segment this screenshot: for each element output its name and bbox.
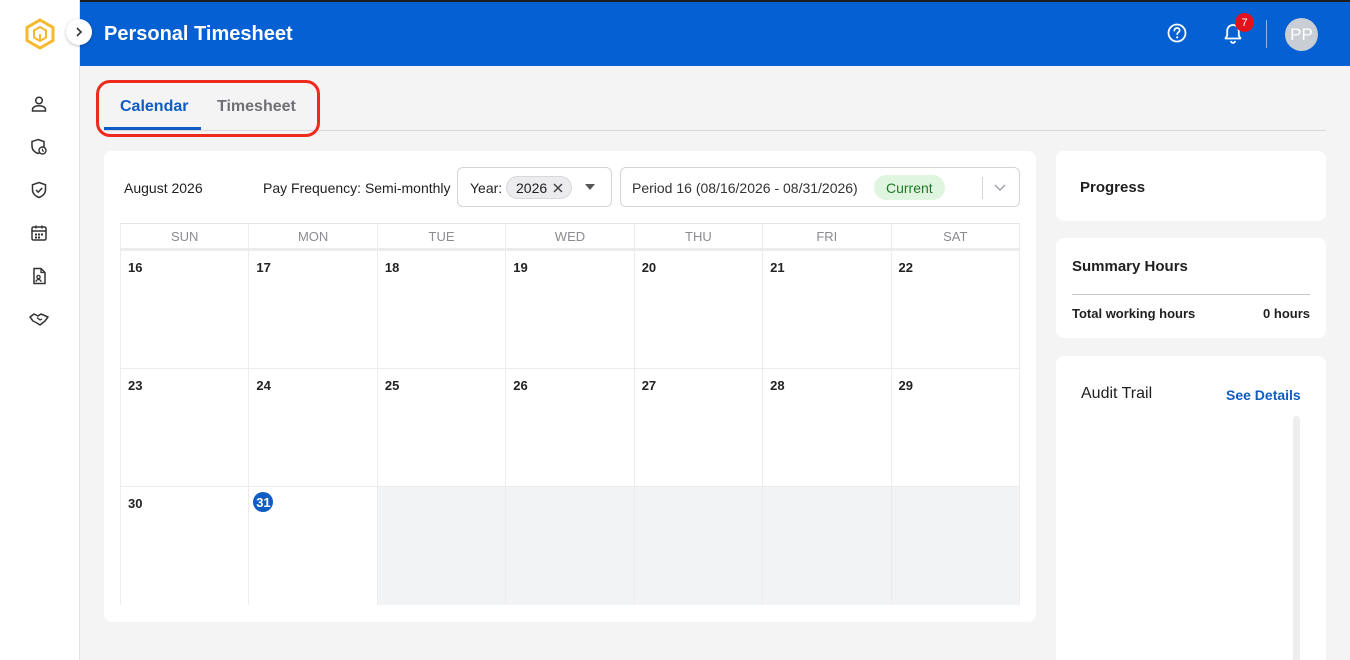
day-number: 21 [770, 260, 785, 275]
calendar-day[interactable]: 25 [376, 369, 505, 486]
weekday-header: MON [248, 224, 376, 248]
weekday-header: SAT [890, 224, 1020, 248]
summary-divider [1072, 294, 1310, 295]
calendar-day[interactable]: 26 [505, 369, 633, 486]
summary-hours-card: Summary Hours Total working hours 0 hour… [1056, 238, 1326, 338]
calendar-day[interactable]: 29 [890, 369, 1020, 486]
header-divider [1266, 20, 1267, 48]
nav-shield-check-icon[interactable] [28, 179, 50, 201]
calendar-day[interactable]: 24 [248, 369, 376, 486]
app-logo-icon[interactable] [24, 18, 56, 50]
day-number: 19 [513, 260, 528, 275]
calendar-day-outside-period [376, 487, 506, 605]
nav-shield-clock-icon[interactable] [28, 136, 50, 158]
caret-down-icon [585, 184, 595, 190]
year-select-label: Year: [470, 180, 503, 196]
calendar-day[interactable]: 17 [248, 251, 376, 368]
calendar-day[interactable]: 20 [633, 251, 762, 368]
day-number: 16 [128, 260, 143, 275]
clear-year-icon[interactable] [553, 182, 563, 193]
day-number: 20 [641, 260, 657, 275]
calendar-day-outside-period [633, 487, 763, 605]
select-separator [982, 177, 983, 199]
tab-timesheet[interactable]: Timesheet [217, 98, 296, 116]
day-number: 29 [898, 378, 913, 393]
day-number: 28 [770, 378, 785, 393]
chevron-right-icon [76, 27, 83, 37]
weekday-header: FRI [762, 224, 890, 248]
day-number: 24 [256, 378, 271, 393]
calendar-week: 30 31 [120, 487, 1020, 605]
day-number: 27 [641, 378, 657, 393]
tab-calendar[interactable]: Calendar [120, 98, 188, 116]
nav-user-icon[interactable] [28, 93, 50, 115]
side-nav [0, 0, 92, 660]
calendar-day[interactable]: 19 [505, 251, 633, 368]
day-number: 22 [898, 260, 913, 275]
view-tabs: Calendar Timesheet [104, 84, 1326, 131]
weekday-header: TUE [376, 224, 505, 248]
year-chip: 2026 [506, 176, 573, 199]
weekday-header: THU [633, 224, 762, 248]
active-tab-indicator [104, 127, 201, 130]
calendar-day[interactable]: 23 [120, 369, 248, 486]
calendar-card: August 2026 Pay Frequency: Semi-monthly … [104, 151, 1036, 622]
calendar-day-outside-period [890, 487, 1020, 605]
user-avatar[interactable]: PP [1285, 18, 1318, 51]
see-details-link[interactable]: See Details [1226, 387, 1301, 403]
nav-document-user-icon[interactable] [28, 265, 50, 287]
day-number: 26 [513, 378, 528, 393]
calendar-day-outside-period [762, 487, 891, 605]
month-label: August 2026 [124, 180, 203, 196]
current-period-badge: Current [874, 175, 945, 200]
year-chip-value: 2026 [516, 179, 548, 196]
nav-calendar-icon[interactable] [28, 222, 50, 244]
page-title: Personal Timesheet [104, 23, 293, 45]
pay-frequency-label: Pay Frequency: Semi-monthly [263, 180, 451, 196]
notification-count-badge: 7 [1235, 13, 1254, 32]
calendar-week: 16 17 18 19 20 21 22 [120, 251, 1020, 369]
calendar-day[interactable]: 30 [120, 487, 248, 605]
total-working-hours-value: 0 hours [1263, 306, 1310, 321]
today-day-number: 31 [253, 492, 274, 512]
audit-scrollbar[interactable] [1293, 416, 1300, 660]
progress-title: Progress [1080, 179, 1146, 196]
period-value: Period 16 (08/16/2026 - 08/31/2026) [632, 180, 858, 196]
audit-trail-card: Audit Trail See Details [1056, 356, 1326, 660]
calendar-grid: SUN MON TUE WED THU FRI SAT 16 17 18 19 … [120, 223, 1020, 605]
calendar-day[interactable]: 27 [633, 369, 762, 486]
day-number: 17 [256, 260, 271, 275]
weekday-header: WED [505, 224, 633, 248]
app-header: Personal Timesheet 7 PP [80, 0, 1350, 66]
calendar-day-outside-period [505, 487, 634, 605]
day-number: 25 [384, 378, 400, 393]
progress-card: Progress [1056, 151, 1326, 221]
calendar-day[interactable]: 28 [762, 369, 890, 486]
calendar-day[interactable]: 16 [120, 251, 248, 368]
weekday-header: SUN [120, 224, 248, 248]
audit-trail-title: Audit Trail [1081, 385, 1153, 402]
total-working-hours-label: Total working hours [1072, 306, 1196, 321]
nav-handshake-icon[interactable] [28, 308, 50, 330]
calendar-day[interactable]: 21 [762, 251, 890, 368]
day-number: 23 [128, 378, 143, 393]
weekday-header-row: SUN MON TUE WED THU FRI SAT [120, 223, 1020, 251]
calendar-week: 23 24 25 26 27 28 29 [120, 369, 1020, 487]
expand-sidebar-button[interactable] [66, 19, 92, 45]
day-number: 30 [128, 496, 143, 511]
calendar-day[interactable]: 22 [890, 251, 1020, 368]
period-select[interactable]: Period 16 (08/16/2026 - 08/31/2026) Curr… [620, 167, 1020, 207]
day-number: 18 [384, 260, 400, 275]
help-icon[interactable] [1166, 22, 1188, 44]
calendar-day-today[interactable]: 31 [248, 487, 376, 605]
year-select[interactable]: Year: 2026 [457, 167, 612, 207]
summary-hours-title: Summary Hours [1072, 258, 1188, 275]
calendar-day[interactable]: 18 [376, 251, 505, 368]
chevron-down-icon [994, 184, 1006, 192]
